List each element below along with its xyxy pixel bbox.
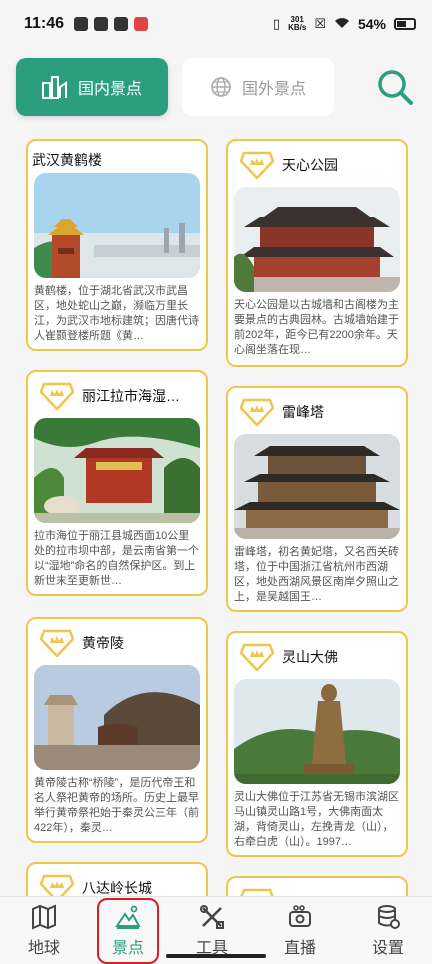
nav-item-scenic[interactable]: 景点	[97, 897, 159, 964]
status-bar: 11:46 ▯ 301 KB/s ☒ 54%	[0, 0, 432, 48]
net-speed-unit: KB/s	[288, 23, 307, 32]
card-description: 雷峰塔，初名黄妃塔，又名西关砖塔，位于中国浙江省杭州市西湖区，地处西湖风景区南岸…	[234, 546, 399, 603]
scenic-card[interactable]: 雷峰塔 雷峰塔，初名黄妃塔，又名西关砖塔，位于中国浙江省杭州市西湖区，地处西湖风…	[226, 386, 408, 612]
card-image	[234, 434, 400, 539]
card-title: 黄帝陵	[82, 635, 124, 651]
wifi-icon	[334, 17, 350, 32]
crown-badge-icon	[240, 398, 274, 426]
tab-foreign[interactable]: 国外景点	[182, 58, 334, 116]
card-header: 雷峰塔	[228, 388, 406, 428]
card-header: 武汉黄鹤楼	[28, 141, 206, 171]
net-speed: 301 KB/s	[288, 16, 306, 32]
card-description: 天心公园是以古城墙和古阁楼为主要景点的古典园林。古城墙始建于前202年，距今已有…	[234, 299, 399, 356]
nav-label: 直播	[283, 939, 316, 957]
tools-icon	[200, 904, 224, 929]
mail-notification-icon	[114, 17, 129, 31]
card-title: 丽江拉市海湿…	[82, 388, 180, 404]
card-header: 灵山大佛	[228, 633, 406, 673]
crown-badge-icon	[40, 382, 74, 410]
card-description: 黄鹤楼，位于湖北省武汉市武昌区，地处蛇山之巅，濒临万里长江，为武汉市地标建筑；因…	[34, 285, 199, 342]
battery-icon	[394, 18, 416, 30]
card-image	[234, 679, 400, 784]
card-image	[234, 187, 400, 292]
mountain-icon	[115, 905, 141, 929]
home-indicator	[166, 954, 266, 958]
card-image	[34, 665, 200, 770]
scenic-card[interactable]: 黄帝陵 黄帝陵古称“桥陵”，是历代帝王和名人祭祀黄帝的场所。历史上最早举行黄帝祭…	[26, 617, 208, 843]
nav-label: 景点	[111, 939, 144, 957]
link-notification-icon	[94, 17, 109, 31]
scenic-card[interactable]: 武汉黄鹤楼 黄鹤楼，位于湖北省武汉市武昌区，地处蛇山之巅，濒临万里长江，为武汉市…	[26, 139, 208, 351]
card-description: 拉市海位于丽江县城西面10公里处的拉市坝中部，是云南省第一个以“湿地”命名的自然…	[34, 530, 199, 587]
top-tabs: 国内景点 国外景点	[16, 58, 416, 116]
city-icon	[41, 76, 67, 99]
nav-label: 地球	[27, 939, 60, 957]
scenic-card[interactable]: 灵山大佛 灵山大佛位于江苏省无锡市滨湖区马山镇灵山路1号，大佛南面太湖，背倚灵山…	[226, 631, 408, 857]
app-notification-icon	[74, 17, 89, 31]
card-title: 雷峰塔	[282, 404, 324, 420]
nav-item-settings[interactable]: 设置	[353, 904, 423, 958]
status-left: 11:46	[24, 15, 149, 33]
nav-item-tools[interactable]: 工具	[177, 904, 247, 958]
card-header: 天心公园	[228, 141, 406, 181]
tab-domestic[interactable]: 国内景点	[16, 58, 168, 116]
tab-domestic-label: 国内景点	[77, 81, 142, 98]
nav-item-earth[interactable]: 地球	[9, 903, 79, 958]
nav-label: 设置	[371, 939, 404, 957]
card-title: 武汉黄鹤楼	[32, 152, 102, 168]
status-right: ▯ 301 KB/s ☒ 54%	[273, 16, 416, 32]
app-red-notification-icon	[134, 17, 149, 31]
sim-off-icon: ☒	[314, 16, 326, 31]
scenic-card[interactable]: 天心公园 天心公园是以古城墙和古阁楼为主要景点的古典园林。古城墙始建于前202年…	[226, 139, 408, 367]
globe-icon	[211, 77, 231, 97]
card-image	[34, 418, 200, 523]
search-icon	[378, 70, 413, 105]
database-settings-icon	[378, 904, 400, 929]
scenic-card[interactable]: 丽江拉市海湿… 拉市海位于丽江县城西面10公里处的拉市坝中部，是云南省第一个以“…	[26, 370, 208, 596]
status-time: 11:46	[24, 15, 65, 32]
camera-icon	[289, 904, 311, 927]
card-header: 黄帝陵	[28, 619, 206, 659]
search-button[interactable]	[374, 66, 416, 108]
vibrate-icon: ▯	[272, 16, 281, 31]
crown-badge-icon	[240, 643, 274, 671]
card-title: 天心公园	[282, 157, 338, 173]
card-description: 黄帝陵古称“桥陵”，是历代帝王和名人祭祀黄帝的场所。历史上最早举行黄帝祭祀始于秦…	[34, 777, 199, 834]
battery-text: 54%	[357, 16, 386, 32]
card-header: 丽江拉市海湿…	[28, 372, 206, 412]
tab-foreign-label: 国外景点	[241, 81, 306, 98]
nav-item-live[interactable]: 直播	[265, 904, 335, 958]
card-description: 灵山大佛位于江苏省无锡市滨湖区马山镇灵山路1号，大佛南面太湖，背倚灵山，左挽青龙…	[234, 791, 399, 848]
map-icon	[32, 903, 56, 930]
card-title: 灵山大佛	[282, 649, 338, 665]
card-title: 八达岭长城	[82, 880, 152, 896]
crown-badge-icon	[240, 151, 274, 179]
crown-badge-icon	[40, 629, 74, 657]
card-image	[34, 173, 200, 278]
